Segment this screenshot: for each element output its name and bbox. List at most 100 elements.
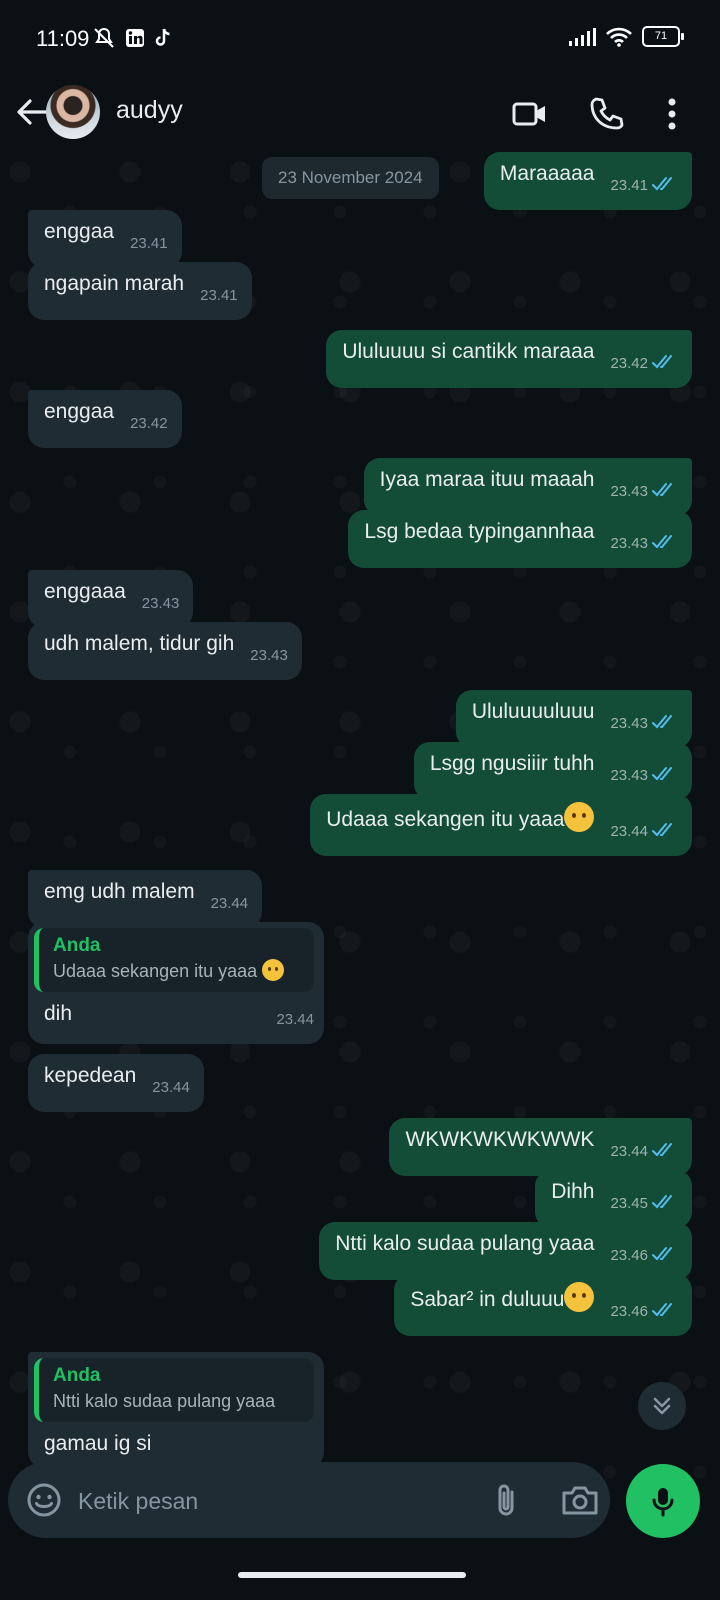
outgoing-message[interactable]: Sabar² in duluuu 23.46 (394, 1274, 692, 1336)
message-time: 23.43 (250, 647, 288, 664)
message-text: WKWKWKWKWWK (405, 1128, 595, 1151)
read-receipt-icon (652, 355, 672, 369)
message-meta: 23.42 (130, 410, 168, 438)
chat-header: audyy (0, 76, 720, 152)
message-text: kepedean (44, 1064, 137, 1087)
message-meta: 23.43 (142, 590, 180, 618)
message-time: 23.45 (610, 1195, 648, 1212)
message-meta: 23.44 (211, 890, 249, 918)
incoming-message[interactable]: enggaaa 23.43 (28, 570, 194, 628)
incoming-message[interactable]: enggaa 23.41 (28, 210, 182, 268)
message-text: Maraaaaa (499, 162, 595, 185)
camera-icon[interactable] (558, 1480, 602, 1520)
message-text: gamau ig si (44, 1432, 152, 1455)
date-chip: 23 November 2024 (262, 157, 439, 199)
message-text: Ntti kalo sudaa pulang yaaa (335, 1232, 595, 1255)
message-text: ngapain marah (44, 272, 185, 295)
message-text: udh malem, tidur gih (44, 632, 235, 655)
mic-icon (652, 1488, 674, 1517)
video-call-icon[interactable] (506, 90, 554, 138)
message-time: 23.43 (610, 535, 648, 552)
emoji-icon[interactable] (24, 1480, 64, 1520)
message-time: 23.43 (141, 595, 180, 612)
status-notification-icons (92, 27, 172, 49)
message-time: 23.41 (610, 177, 648, 194)
message-time: 23.43 (610, 767, 648, 784)
scroll-down-icon (653, 1397, 671, 1415)
message-time: 23.42 (130, 415, 168, 432)
home-handle[interactable] (238, 1572, 466, 1578)
read-receipt-icon (652, 535, 672, 549)
wifi-icon (606, 27, 632, 47)
chat-area[interactable]: 23 November 2024 Maraaaaa 23.41 enggaa 23.4… (0, 152, 720, 1484)
incoming-message[interactable]: Anda Udaaa sekangen itu yaaa dih 23.44 (28, 922, 324, 1044)
incoming-message[interactable]: ngapain marah 23.41 (28, 262, 252, 320)
quoted-text: Ntti kalo sudaa pulang yaaa (53, 1388, 302, 1414)
message-meta: 23.43 (610, 478, 678, 506)
incoming-message[interactable]: udh malem, tidur gih 23.43 (28, 622, 302, 680)
outgoing-message[interactable]: Maraaaaa 23.41 (483, 152, 692, 210)
smiling-face-with-hearts-emoji (564, 1282, 595, 1312)
read-receipt-icon (652, 1195, 672, 1209)
message-time: 23.44 (210, 895, 249, 912)
incoming-message[interactable]: enggaa 23.42 (28, 390, 182, 448)
message-meta: 23.46 (610, 1242, 678, 1270)
message-meta: 23.41 (130, 230, 168, 258)
outgoing-message[interactable]: Lsgg ngusiiir tuhh 23.43 (413, 742, 692, 800)
scroll-to-bottom-button[interactable] (638, 1382, 686, 1430)
message-text: Ululuuuu si cantikk maraaa (342, 340, 595, 363)
message-time: 23.44 (610, 823, 648, 840)
status-bar: 11:09 71 (0, 0, 720, 76)
message-meta: 23.41 (200, 282, 238, 310)
message-meta: 23.43 (610, 762, 678, 790)
quoted-message[interactable]: Anda Udaaa sekangen itu yaaa (34, 928, 314, 992)
mute-bell-icon (94, 27, 114, 48)
attach-icon[interactable] (486, 1480, 526, 1520)
outgoing-message[interactable]: Dihh 23.45 (535, 1170, 692, 1228)
message-input[interactable] (76, 1478, 480, 1524)
mic-button[interactable] (626, 1464, 700, 1538)
outgoing-message[interactable]: Lsg bedaa typingannhaa 23.43 (348, 510, 692, 568)
message-text: emg udh malem (44, 880, 195, 903)
message-meta: 23.43 (610, 530, 678, 558)
read-receipt-icon (652, 715, 672, 729)
message-meta: 23.46 (610, 1298, 678, 1326)
system-nav-bar (0, 1548, 720, 1600)
more-vert-icon[interactable] (648, 90, 696, 138)
message-time: 23.43 (610, 483, 648, 500)
battery-indicator: 71 (642, 26, 684, 47)
read-receipt-icon (652, 177, 672, 191)
message-text: enggaa (44, 220, 115, 243)
message-time: 23.44 (276, 1011, 314, 1028)
outgoing-message[interactable]: Ululuuuu si cantikk maraaa 23.42 (326, 330, 692, 388)
hugging-face-emoji (564, 802, 595, 832)
message-time: 23.42 (610, 355, 648, 372)
incoming-message[interactable]: emg udh malem 23.44 (28, 870, 263, 928)
message-time: 23.46 (610, 1247, 648, 1264)
message-meta: 23.44 (610, 818, 678, 846)
linkedin-icon (126, 29, 144, 47)
outgoing-message[interactable]: Udaaa sekangen itu yaaa 23.44 (310, 794, 692, 856)
quoted-text-content: Ntti kalo sudaa pulang yaaa (53, 1391, 276, 1411)
contact-name[interactable]: audyy (116, 96, 183, 125)
incoming-message[interactable]: kepedean 23.44 (28, 1054, 204, 1112)
tiktok-icon (155, 28, 170, 46)
message-meta: 23.41 (610, 172, 678, 200)
outgoing-message[interactable]: Ululuuuuluuu 23.43 (455, 690, 692, 748)
read-receipt-icon (652, 1143, 672, 1157)
avatar[interactable] (46, 85, 100, 139)
message-meta: 23.44 (50, 1006, 314, 1034)
phone-icon[interactable] (582, 90, 630, 138)
read-receipt-icon (652, 1303, 672, 1317)
incoming-message[interactable]: Anda Ntti kalo sudaa pulang yaaa gamau ig … (28, 1352, 324, 1468)
message-time: 23.41 (130, 235, 168, 252)
message-meta: 23.44 (610, 1138, 678, 1166)
quoted-message[interactable]: Anda Ntti kalo sudaa pulang yaaa (34, 1358, 314, 1422)
message-time: 23.44 (152, 1079, 190, 1096)
outgoing-message[interactable]: Ntti kalo sudaa pulang yaaa 23.46 (319, 1222, 692, 1280)
outgoing-message[interactable]: WKWKWKWKWWK 23.44 (389, 1118, 692, 1176)
message-time: 23.46 (610, 1303, 648, 1320)
signal-icon (569, 27, 596, 46)
message-text: Ululuuuuluuu (471, 700, 595, 723)
outgoing-message[interactable]: Iyaa maraa ituu maaah 23.43 (363, 458, 692, 516)
